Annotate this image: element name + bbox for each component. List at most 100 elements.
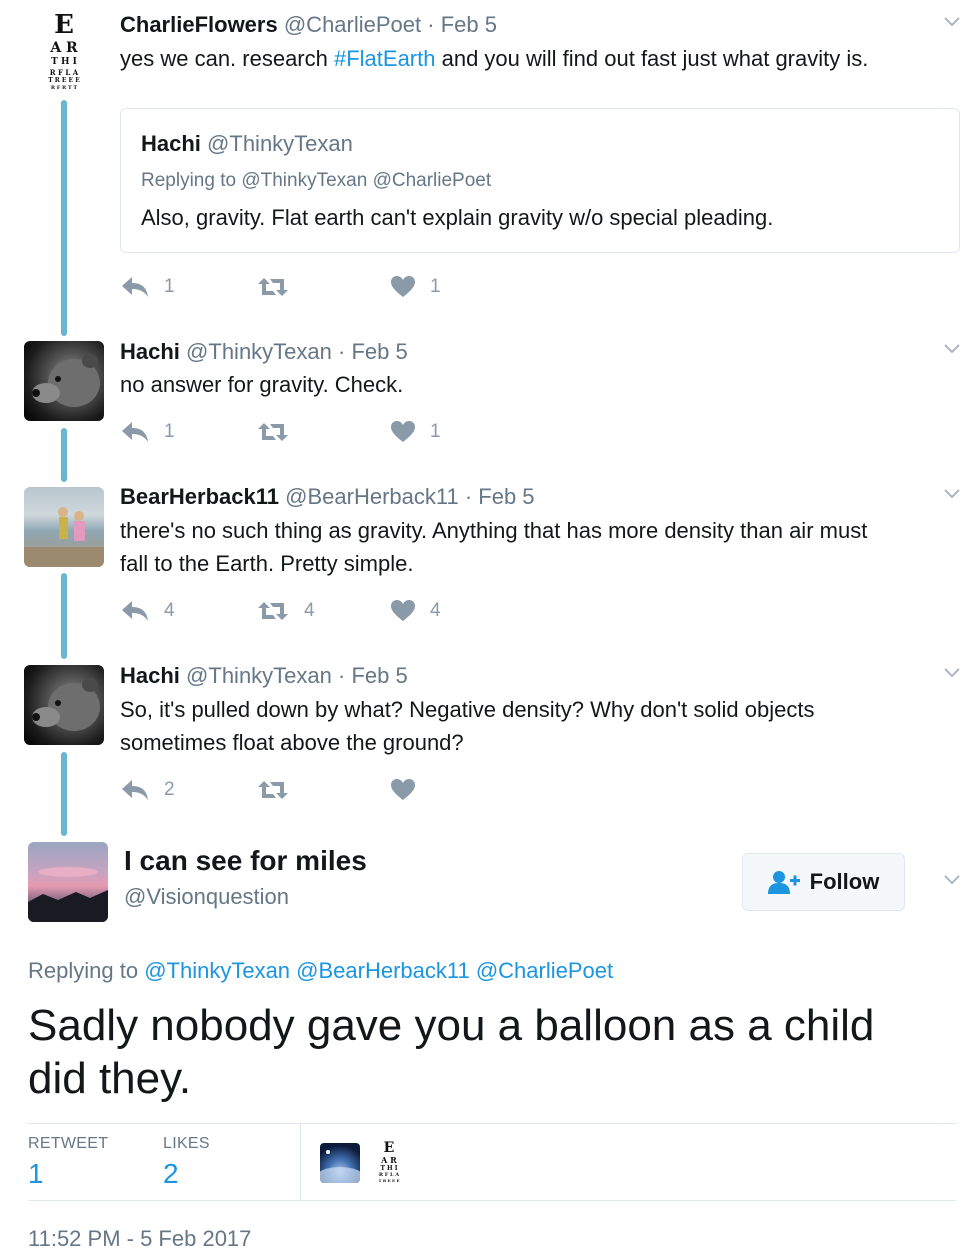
chevron-down-icon[interactable] <box>944 14 960 30</box>
heart-icon <box>391 276 415 297</box>
eyechart-row: E <box>54 10 74 40</box>
tweet-timestamp[interactable]: 11:52 PM - 5 Feb 2017 <box>28 1226 251 1252</box>
stat-divider <box>300 1124 301 1200</box>
tweet-header: Hachi @ThinkyTexan · Feb 5 <box>120 339 408 365</box>
like-count: 1 <box>430 421 441 442</box>
avatar[interactable] <box>24 487 104 567</box>
retweet-button[interactable] <box>256 420 304 444</box>
eyechart-row: T R E E E <box>48 77 80 84</box>
reply-button[interactable]: 2 <box>120 778 175 802</box>
add-user-icon <box>767 871 800 894</box>
user-handle[interactable]: @BearHerback11 <box>285 484 459 509</box>
hashtag-link[interactable]: #FlatEarth <box>334 46 436 71</box>
quote-user-handle: @ThinkyTexan <box>207 131 353 156</box>
user-handle[interactable]: @ThinkyTexan <box>186 663 332 688</box>
bear-image <box>32 354 100 407</box>
like-button[interactable]: 1 <box>390 275 441 299</box>
heart-icon <box>391 600 415 621</box>
thread-line <box>61 100 67 336</box>
user-name[interactable]: Hachi <box>120 339 180 364</box>
retweet-icon <box>258 602 288 620</box>
reply-button[interactable]: 4 <box>120 599 175 623</box>
eyechart-row: R F R T T <box>50 85 78 91</box>
quote-header: Hachi @ThinkyTexan <box>141 131 353 157</box>
follow-button[interactable]: Follow <box>742 853 905 911</box>
quote-text: Also, gravity. Flat earth can't explain … <box>141 205 774 230</box>
likes-stat-label: LIKES <box>163 1135 210 1152</box>
main-replying-to: Replying to @ThinkyTexan @BearHerback11 … <box>28 958 614 983</box>
likes-stat-count[interactable]: 2 <box>163 1158 179 1190</box>
user-handle[interactable]: @ThinkyTexan <box>186 339 332 364</box>
reply-count: 2 <box>164 779 175 800</box>
user-handle[interactable]: @CharliePoet <box>284 12 421 37</box>
like-button[interactable] <box>390 778 430 802</box>
earth-image <box>320 1150 360 1183</box>
reply-icon <box>122 780 148 800</box>
tweet-header: Hachi @ThinkyTexan · Feb 5 <box>120 663 408 689</box>
liker-avatar-earth[interactable] <box>320 1143 360 1183</box>
main-user-handle[interactable]: @Visionquestion <box>124 884 289 910</box>
retweet-icon <box>258 278 288 296</box>
retweet-button[interactable] <box>256 275 304 299</box>
retweet-button[interactable] <box>256 778 304 802</box>
tweet-text: there's no such thing as gravity. Anythi… <box>120 518 868 576</box>
like-count: 1 <box>430 276 441 297</box>
tweet-header: CharlieFlowers @CharliePoet · Feb 5 <box>120 12 497 38</box>
divider <box>28 1123 956 1124</box>
tweet-text: So, it's pulled down by what? Negative d… <box>120 697 815 755</box>
follow-label: Follow <box>809 869 880 894</box>
divider <box>28 1200 956 1201</box>
reply-count: 1 <box>164 276 175 297</box>
chevron-down-icon[interactable] <box>944 665 960 681</box>
children-on-beach-image <box>24 507 104 567</box>
main-user-name[interactable]: I can see for miles <box>124 845 367 877</box>
avatar[interactable] <box>24 665 104 745</box>
retweet-icon <box>258 423 288 441</box>
eyechart-row: R F L A <box>49 68 79 77</box>
tweet-time[interactable]: · Feb 5 <box>338 663 408 688</box>
user-name[interactable]: Hachi <box>120 663 180 688</box>
avatar[interactable] <box>28 842 108 922</box>
like-button[interactable]: 1 <box>390 420 441 444</box>
reply-icon <box>122 601 148 621</box>
eyechart-row: T H I <box>51 57 77 67</box>
thread-line <box>61 428 67 482</box>
retweet-icon <box>258 781 288 799</box>
quote-user-name: Hachi <box>141 131 201 156</box>
avatar[interactable] <box>24 341 104 421</box>
reply-count: 1 <box>164 421 175 442</box>
sunset-image <box>28 867 108 922</box>
retweet-stat-label: RETWEET <box>28 1135 109 1152</box>
user-name[interactable]: CharlieFlowers <box>120 12 278 37</box>
eyechart-avatar[interactable]: E A R T H I R F L A T R E E E R F R T T <box>38 12 90 94</box>
reply-button[interactable]: 1 <box>120 420 175 444</box>
reply-icon <box>122 277 148 297</box>
quote-replying-to: Replying to @ThinkyTexan @CharliePoet <box>141 170 492 191</box>
heart-icon <box>391 779 415 800</box>
retweet-stat-count[interactable]: 1 <box>28 1158 44 1190</box>
quoted-tweet[interactable]: Hachi @ThinkyTexan Replying to @ThinkyTe… <box>120 108 960 253</box>
thread-line <box>61 573 67 659</box>
mention-links[interactable]: @ThinkyTexan @BearHerback11 @CharliePoet <box>144 958 613 983</box>
main-tweet-text: Sadly nobody gave you a balloon as a chi… <box>28 1001 875 1103</box>
tweet-header: BearHerback11 @BearHerback11 · Feb 5 <box>120 484 535 510</box>
tweet-time[interactable]: · Feb 5 <box>338 339 408 364</box>
reply-icon <box>122 422 148 442</box>
liker-avatar-eyechart[interactable]: E A R T H I R F L A T R E E E <box>374 1141 404 1185</box>
tweet-time[interactable]: · Feb 5 <box>465 484 535 509</box>
heart-icon <box>391 421 415 442</box>
tweet-time[interactable]: · Feb 5 <box>427 12 497 37</box>
retweet-count: 4 <box>304 600 315 621</box>
chevron-down-icon[interactable] <box>944 872 960 888</box>
user-name[interactable]: BearHerback11 <box>120 484 279 509</box>
like-button[interactable]: 4 <box>390 599 441 623</box>
reply-button[interactable]: 1 <box>120 275 175 299</box>
retweet-button[interactable]: 4 <box>256 599 315 623</box>
chevron-down-icon[interactable] <box>944 341 960 357</box>
eyechart-row: A R <box>50 40 78 56</box>
tweet-text: no answer for gravity. Check. <box>120 372 404 397</box>
tweet-text: yes we can. research #FlatEarth and you … <box>120 46 869 71</box>
bear-image <box>32 678 100 731</box>
chevron-down-icon[interactable] <box>944 486 960 502</box>
thread-line <box>61 752 67 836</box>
